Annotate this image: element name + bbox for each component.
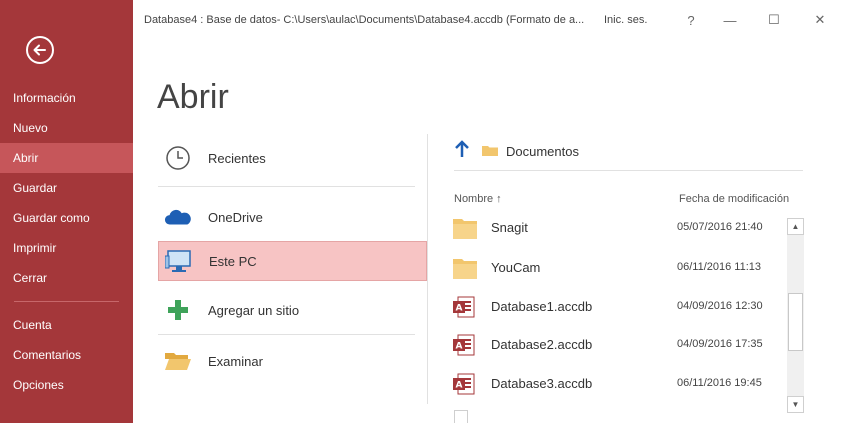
window-title: Database4 : Base de datos- C:\Users\aula… <box>144 14 585 26</box>
backstage-sidebar: Información Nuevo Abrir Guardar Guardar … <box>0 0 133 423</box>
column-header-name[interactable]: Nombre ↑ <box>454 193 502 205</box>
nav-comentarios[interactable]: Comentarios <box>0 340 133 370</box>
location-label: Recientes <box>208 150 266 166</box>
column-header-date[interactable]: Fecha de modificación <box>679 193 789 205</box>
file-name: Database2.accdb <box>491 337 593 352</box>
location-recientes[interactable]: Recientes <box>158 138 427 178</box>
nav-informacion[interactable]: Información <box>0 83 133 113</box>
path-label[interactable]: Documentos <box>506 144 579 159</box>
file-date: 06/11/2016 19:45 <box>677 377 762 389</box>
access-file-icon: A <box>452 333 478 357</box>
partial-file-icon <box>454 410 468 423</box>
location-examinar[interactable]: Examinar <box>158 341 427 381</box>
nav-opciones[interactable]: Opciones <box>0 370 133 400</box>
location-label: Este PC <box>209 253 257 269</box>
up-arrow-icon[interactable] <box>454 140 470 163</box>
file-date: 05/07/2016 21:40 <box>677 221 763 233</box>
file-name: Snagit <box>491 220 528 235</box>
nav-imprimir[interactable]: Imprimir <box>0 233 133 263</box>
scroll-up-icon[interactable]: ▲ <box>787 218 804 235</box>
location-divider <box>158 334 415 335</box>
folder-icon <box>452 256 478 280</box>
svg-text:A: A <box>456 342 463 352</box>
nav-nuevo[interactable]: Nuevo <box>0 113 133 143</box>
file-date: 04/09/2016 17:35 <box>677 338 763 350</box>
location-este-pc[interactable]: Este PC <box>158 241 427 281</box>
folder-icon <box>452 216 478 240</box>
folder-open-icon <box>164 347 192 375</box>
page-title: Abrir <box>157 78 229 116</box>
clock-icon <box>164 144 192 172</box>
minimize-button[interactable]: — <box>718 9 742 31</box>
maximize-button[interactable]: ☐ <box>762 9 786 31</box>
location-onedrive[interactable]: OneDrive <box>158 197 427 237</box>
access-file-icon: A <box>452 295 478 319</box>
file-name: YouCam <box>491 260 541 275</box>
file-date: 06/11/2016 11:13 <box>677 261 762 273</box>
nav-abrir[interactable]: Abrir <box>0 143 133 173</box>
file-row[interactable]: A Database2.accdb 04/09/2016 17:35 <box>452 327 787 365</box>
location-agregar-sitio[interactable]: Agregar un sitio <box>158 290 427 330</box>
access-file-icon: A <box>452 372 478 396</box>
nav-cerrar[interactable]: Cerrar <box>0 263 133 293</box>
back-arrow-icon[interactable] <box>26 36 54 64</box>
path-breadcrumb: Documentos <box>454 140 579 163</box>
location-label: Agregar un sitio <box>208 302 300 318</box>
svg-text:A: A <box>456 381 463 391</box>
path-divider <box>454 170 803 171</box>
pane-divider <box>427 134 428 404</box>
file-date: 04/09/2016 12:30 <box>677 300 763 312</box>
file-name: Database1.accdb <box>491 299 593 314</box>
location-label: Examinar <box>208 353 263 369</box>
nav-cuenta[interactable]: Cuenta <box>0 310 133 340</box>
nav-divider <box>14 301 119 302</box>
title-bar: Database4 : Base de datos- C:\Users\aula… <box>133 0 847 36</box>
cloud-icon <box>164 203 192 231</box>
file-row[interactable]: A Database3.accdb 06/11/2016 19:45 <box>452 366 787 404</box>
location-divider <box>158 186 415 187</box>
location-label: OneDrive <box>208 209 263 225</box>
svg-text:A: A <box>456 304 463 314</box>
nav-guardar-como[interactable]: Guardar como <box>0 203 133 233</box>
file-list-scrollbar[interactable]: ▲ ▼ <box>787 218 804 413</box>
sign-in-link[interactable]: Inic. ses. <box>604 14 647 26</box>
backstage-nav: Información Nuevo Abrir Guardar Guardar … <box>0 83 133 400</box>
file-name: Database3.accdb <box>491 376 593 391</box>
close-button[interactable]: ✕ <box>808 9 832 31</box>
computer-icon <box>165 247 193 275</box>
file-row[interactable]: Snagit 05/07/2016 21:40 <box>452 210 787 248</box>
file-row[interactable]: A Database1.accdb 04/09/2016 12:30 <box>452 289 787 327</box>
folder-icon <box>482 143 498 161</box>
nav-guardar[interactable]: Guardar <box>0 173 133 203</box>
scroll-down-icon[interactable]: ▼ <box>787 396 804 413</box>
file-row[interactable]: YouCam 06/11/2016 11:13 <box>452 250 787 288</box>
help-button[interactable]: ? <box>679 9 703 31</box>
scroll-thumb[interactable] <box>788 293 803 351</box>
plus-icon <box>164 296 192 324</box>
